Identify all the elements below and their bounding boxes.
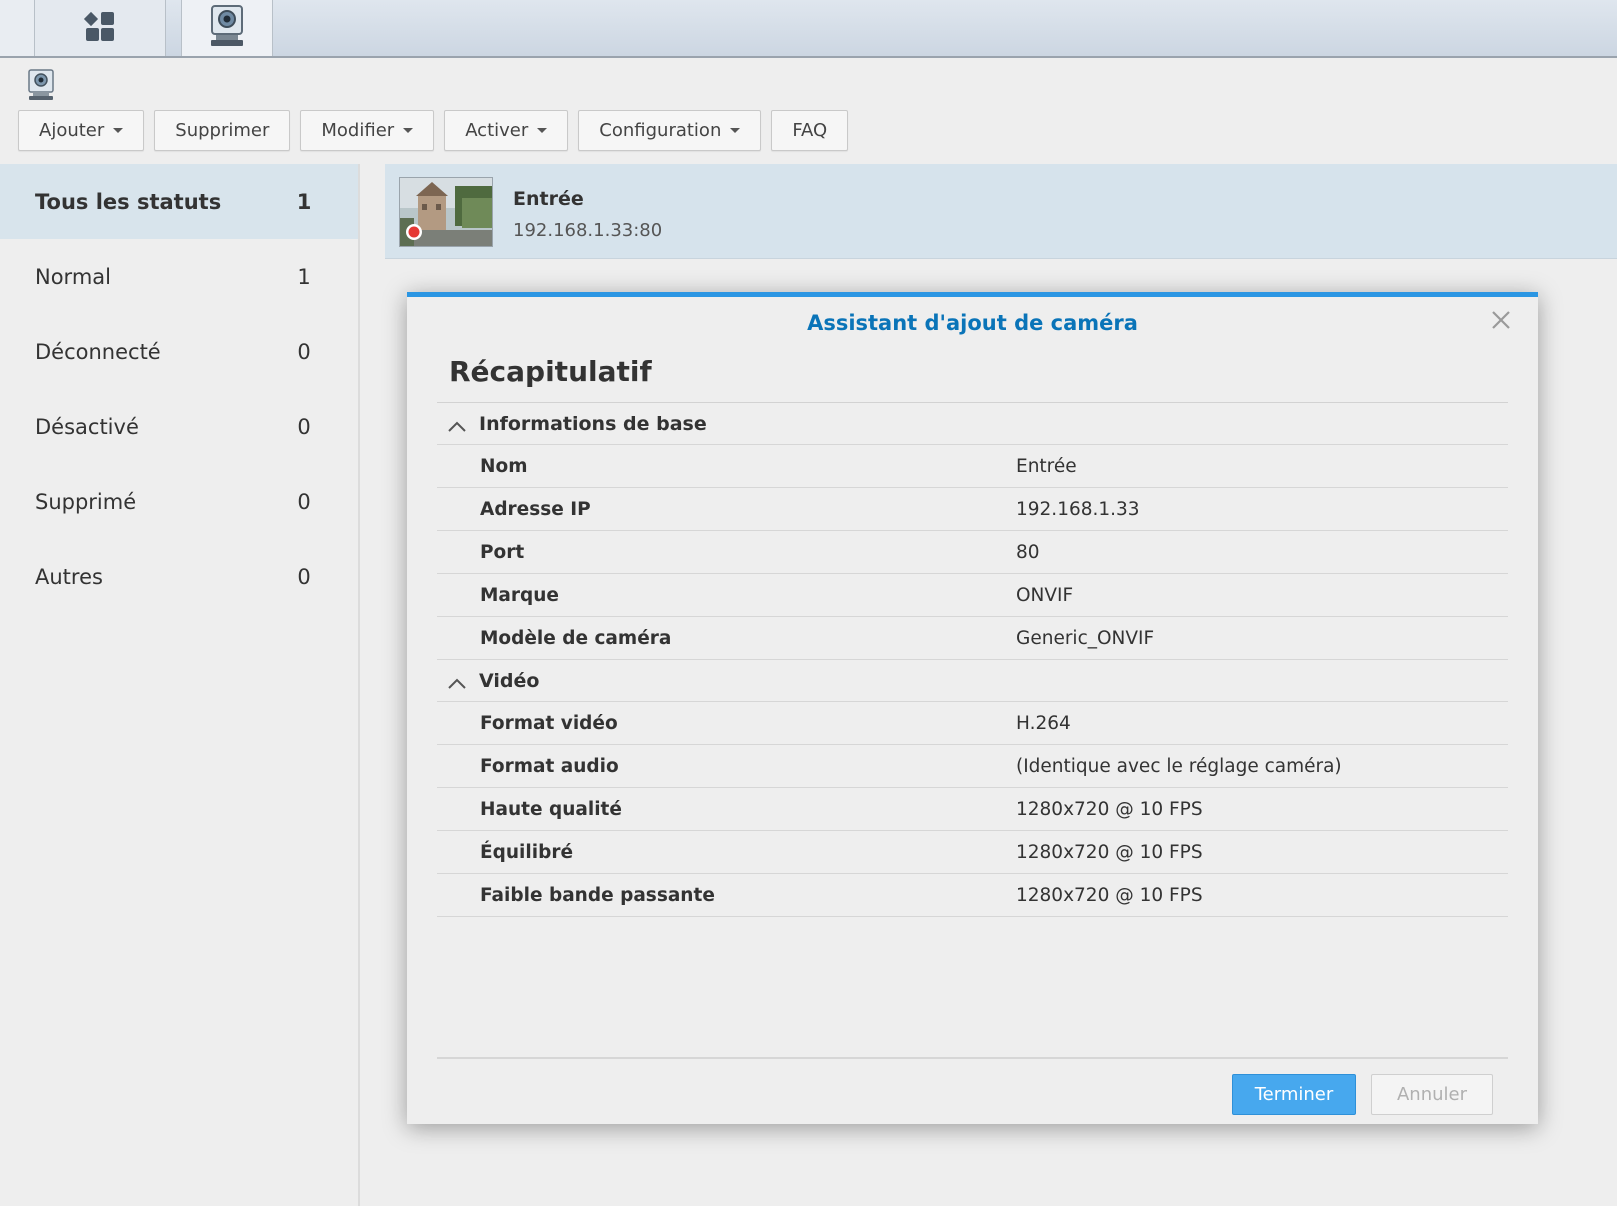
sidebar-item-count: 1 bbox=[296, 189, 312, 214]
cancel-button[interactable]: Annuler bbox=[1371, 1074, 1493, 1115]
camera-thumbnail bbox=[399, 177, 493, 247]
table-row: Adresse IP 192.168.1.33 bbox=[437, 488, 1508, 531]
dialog-title: Assistant d'ajout de caméra bbox=[807, 311, 1138, 335]
grid-shapes-icon bbox=[83, 9, 117, 47]
row-value: 1280x720 @ 10 FPS bbox=[1016, 842, 1203, 863]
row-value: H.264 bbox=[1016, 713, 1071, 734]
edit-button[interactable]: Modifier bbox=[300, 110, 435, 151]
add-button[interactable]: Ajouter bbox=[18, 110, 145, 151]
row-value: 192.168.1.33 bbox=[1016, 499, 1140, 520]
faq-button[interactable]: FAQ bbox=[771, 110, 849, 151]
chevron-up-icon bbox=[447, 675, 467, 689]
sidebar-item-count: 0 bbox=[297, 339, 311, 364]
edit-button-label: Modifier bbox=[321, 120, 395, 141]
chevron-up-icon bbox=[447, 418, 467, 432]
sidebar-item-count: 0 bbox=[297, 564, 311, 589]
row-key: Marque bbox=[480, 585, 559, 606]
configuration-button[interactable]: Configuration bbox=[578, 110, 762, 151]
section-video[interactable]: Vidéo bbox=[437, 660, 1508, 702]
caret-down-icon bbox=[113, 128, 124, 133]
sidebar-item-all-statuses[interactable]: Tous les statuts 1 bbox=[0, 164, 358, 239]
row-key: Nom bbox=[480, 456, 528, 477]
row-key: Format audio bbox=[480, 756, 619, 777]
row-key: Faible bande passante bbox=[480, 885, 715, 906]
delete-button[interactable]: Supprimer bbox=[154, 110, 291, 151]
table-row: Modèle de caméra Generic_ONVIF bbox=[437, 617, 1508, 660]
table-row: Haute qualité 1280x720 @ 10 FPS bbox=[437, 788, 1508, 831]
row-key: Port bbox=[480, 542, 525, 563]
row-key: Équilibré bbox=[480, 842, 573, 863]
section-label: Informations de base bbox=[479, 412, 707, 435]
enable-button-label: Activer bbox=[465, 120, 529, 141]
row-key: Haute qualité bbox=[480, 799, 622, 820]
caret-down-icon bbox=[537, 128, 548, 133]
sidebar-item-label: Autres bbox=[35, 564, 103, 589]
sidebar-item-count: 0 bbox=[297, 414, 311, 439]
sidebar-item-disconnected[interactable]: Déconnecté 0 bbox=[0, 314, 358, 389]
sidebar-item-count: 0 bbox=[297, 489, 311, 514]
delete-button-label: Supprimer bbox=[175, 120, 270, 141]
surveillance-camera-icon bbox=[26, 68, 56, 102]
taskbar bbox=[0, 0, 1617, 58]
summary-heading: Récapitulatif bbox=[449, 355, 652, 388]
row-key: Format vidéo bbox=[480, 713, 618, 734]
row-value: 80 bbox=[1016, 542, 1040, 563]
sidebar-item-label: Déconnecté bbox=[35, 339, 161, 364]
camera-name: Entrée bbox=[513, 188, 584, 210]
enable-button[interactable]: Activer bbox=[444, 110, 569, 151]
row-value: 1280x720 @ 10 FPS bbox=[1016, 885, 1203, 906]
camera-list-item[interactable]: Entrée 192.168.1.33:80 bbox=[385, 164, 1617, 259]
caret-down-icon bbox=[403, 128, 414, 133]
row-value: 1280x720 @ 10 FPS bbox=[1016, 799, 1203, 820]
sidebar-item-label: Désactivé bbox=[35, 414, 139, 439]
row-key: Modèle de caméra bbox=[480, 628, 672, 649]
row-value: ONVIF bbox=[1016, 585, 1074, 606]
sidebar-item-label: Normal bbox=[35, 264, 111, 289]
section-basic-info[interactable]: Informations de base bbox=[437, 403, 1508, 445]
sidebar-item-others[interactable]: Autres 0 bbox=[0, 539, 358, 614]
footer-divider bbox=[437, 1057, 1508, 1059]
configuration-button-label: Configuration bbox=[599, 120, 722, 141]
table-row: Nom Entrée bbox=[437, 445, 1508, 488]
caret-down-icon bbox=[730, 128, 741, 133]
row-key: Adresse IP bbox=[480, 499, 591, 520]
table-row: Équilibré 1280x720 @ 10 FPS bbox=[437, 831, 1508, 874]
finish-button[interactable]: Terminer bbox=[1232, 1074, 1356, 1115]
row-value: Entrée bbox=[1016, 456, 1077, 477]
sidebar-item-disabled[interactable]: Désactivé 0 bbox=[0, 389, 358, 464]
table-row: Faible bande passante 1280x720 @ 10 FPS bbox=[437, 874, 1508, 917]
faq-button-label: FAQ bbox=[792, 120, 828, 141]
surveillance-app-button[interactable] bbox=[181, 0, 273, 56]
sidebar-item-count: 1 bbox=[297, 264, 311, 289]
table-row: Format audio (Identique avec le réglage … bbox=[437, 745, 1508, 788]
add-camera-wizard-dialog: Assistant d'ajout de caméra Récapitulati… bbox=[407, 292, 1538, 1124]
toolbar: Ajouter Supprimer Modifier Activer Confi… bbox=[18, 110, 858, 152]
table-row: Port 80 bbox=[437, 531, 1508, 574]
close-icon[interactable] bbox=[1486, 305, 1516, 335]
add-button-label: Ajouter bbox=[39, 120, 105, 141]
camera-address: 192.168.1.33:80 bbox=[513, 220, 663, 241]
table-row: Format vidéo H.264 bbox=[437, 702, 1508, 745]
sidebar-item-label: Tous les statuts bbox=[35, 189, 222, 214]
row-value: (Identique avec le réglage caméra) bbox=[1016, 756, 1342, 777]
status-sidebar: Tous les statuts 1 Normal 1 Déconnecté 0… bbox=[0, 164, 360, 1206]
sidebar-item-label: Supprimé bbox=[35, 489, 137, 514]
row-value: Generic_ONVIF bbox=[1016, 628, 1155, 649]
sidebar-item-deleted[interactable]: Supprimé 0 bbox=[0, 464, 358, 539]
surveillance-camera-icon bbox=[207, 4, 247, 52]
table-row: Marque ONVIF bbox=[437, 574, 1508, 617]
sidebar-item-normal[interactable]: Normal 1 bbox=[0, 239, 358, 314]
main-menu-button[interactable] bbox=[34, 0, 166, 56]
section-label: Vidéo bbox=[479, 669, 540, 692]
taskbar-edge bbox=[0, 0, 34, 56]
